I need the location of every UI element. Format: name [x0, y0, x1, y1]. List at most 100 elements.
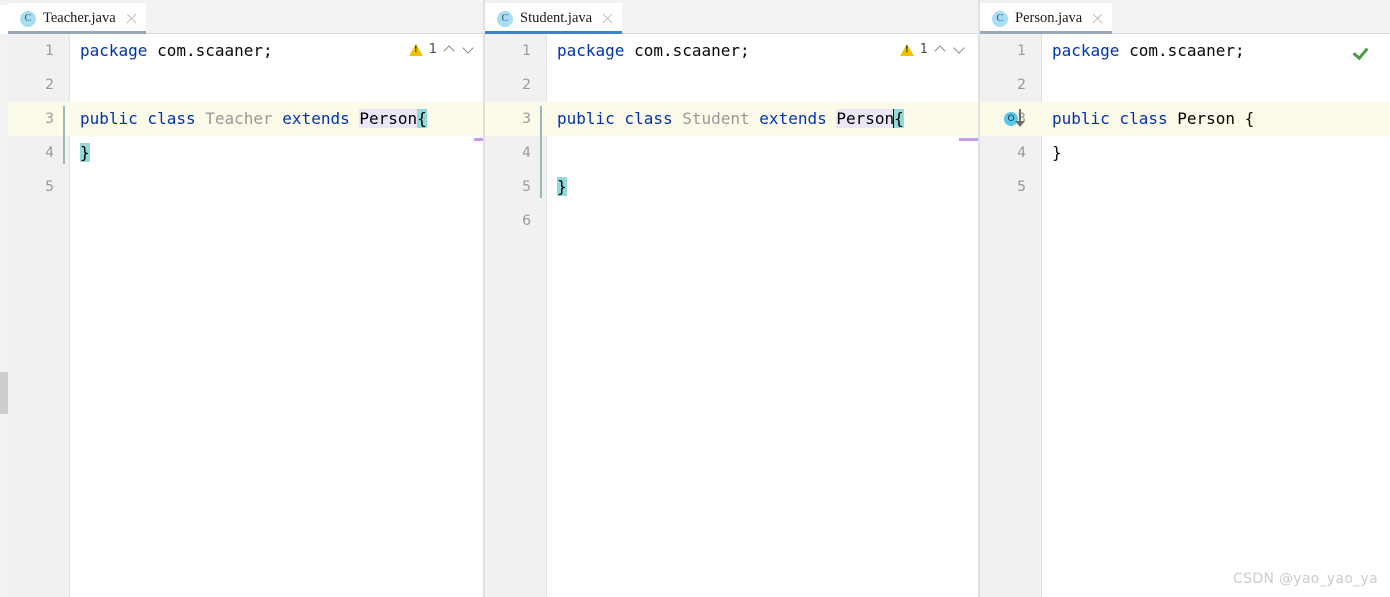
- code-line[interactable]: 4}: [8, 136, 483, 170]
- code-line[interactable]: 3 public class Teacher extends Person{: [8, 102, 483, 136]
- code-token: public class: [1052, 109, 1178, 128]
- code-lines-person: 1 package com.scaaner; 2 3 public class Pers…: [980, 34, 1390, 597]
- code-line[interactable]: 2: [485, 68, 978, 102]
- watermark-text: CSDN @yao_yao_ya: [1233, 571, 1378, 587]
- code-token: }: [80, 143, 90, 162]
- code-token: }: [557, 177, 567, 196]
- code-text: public class Student extends Person{: [557, 102, 904, 136]
- code-editor-student[interactable]: 1 package com.scaaner; 2 3 public class Stud…: [485, 34, 978, 597]
- code-line[interactable]: 5}: [485, 170, 978, 204]
- vcs-change-marker[interactable]: [474, 138, 483, 141]
- code-editor-teacher[interactable]: 1 package com.scaaner; 2 3 public class Teac…: [8, 34, 483, 597]
- line-number: 5: [522, 179, 531, 195]
- line-number: 3: [45, 111, 54, 127]
- code-line[interactable]: 4}: [980, 136, 1390, 170]
- code-token: Person: [1177, 109, 1245, 128]
- code-text: public class Teacher extends Person{: [80, 102, 427, 136]
- code-token: {: [1244, 109, 1255, 128]
- pane-splitter-2[interactable]: [978, 0, 980, 597]
- code-token: Student: [682, 109, 760, 128]
- prev-problem-icon[interactable]: [443, 43, 456, 56]
- code-token: com.scaaner;: [634, 41, 750, 60]
- code-token: extends: [282, 109, 360, 128]
- code-lines-student: 1 package com.scaaner; 2 3 public class Stud…: [485, 34, 978, 597]
- line-number: 5: [1017, 179, 1026, 195]
- code-text: package com.scaaner;: [1052, 34, 1245, 68]
- tab-person[interactable]: C Person.java: [980, 3, 1113, 34]
- code-text: package com.scaaner;: [80, 34, 273, 68]
- next-problem-icon[interactable]: [462, 43, 475, 56]
- editor-pane-person: C Person.java 1 package com.scaaner; 2 3 publi…: [980, 0, 1390, 597]
- code-line[interactable]: 2: [8, 68, 483, 102]
- tab-bar-teacher: C Teacher.java: [8, 0, 483, 34]
- tab-teacher[interactable]: C Teacher.java: [8, 3, 146, 34]
- java-class-icon: C: [992, 10, 1008, 27]
- pane-splitter-1[interactable]: [483, 0, 485, 597]
- editor-pane-teacher: C Teacher.java 1 package com.scaaner; 2 3 publ…: [8, 0, 483, 597]
- tab-bar-student: C Student.java: [485, 0, 978, 34]
- prev-problem-icon[interactable]: [934, 43, 947, 56]
- tab-title-label: Person.java: [1015, 10, 1083, 26]
- code-line[interactable]: 5: [8, 170, 483, 204]
- line-number: 3: [522, 111, 531, 127]
- code-line[interactable]: 6: [485, 204, 978, 238]
- left-vertical-scrollbar-thumb[interactable]: [0, 372, 8, 414]
- code-token: com.scaaner;: [157, 41, 273, 60]
- warning-count-label: 1: [919, 42, 928, 57]
- code-token: }: [1052, 143, 1062, 162]
- line-number: 2: [1017, 77, 1026, 93]
- tab-title-label: Student.java: [520, 10, 593, 26]
- close-icon[interactable]: [601, 12, 614, 25]
- code-line[interactable]: 5: [980, 170, 1390, 204]
- code-token: {: [417, 109, 427, 128]
- warning-triangle-icon: [408, 43, 423, 56]
- code-text: public class Person {: [1052, 102, 1254, 136]
- code-line[interactable]: 2: [980, 68, 1390, 102]
- overridden-by-subclass-icon[interactable]: O: [1004, 109, 1030, 129]
- code-line[interactable]: 1 package com.scaaner;: [980, 34, 1390, 68]
- inspection-widget-student[interactable]: 1: [899, 42, 966, 57]
- code-token: public class: [557, 109, 683, 128]
- code-line[interactable]: 3 public class Student extends Person{: [485, 102, 978, 136]
- tab-bar-person: C Person.java: [980, 0, 1390, 34]
- code-text: }: [1052, 136, 1062, 170]
- code-text: }: [80, 136, 90, 170]
- code-token: Teacher: [205, 109, 283, 128]
- code-token: public class: [80, 109, 206, 128]
- code-token: package: [557, 41, 635, 60]
- line-number: 1: [522, 43, 531, 59]
- line-number: 6: [522, 213, 531, 229]
- vcs-change-marker[interactable]: [959, 138, 978, 141]
- line-number: 5: [45, 179, 54, 195]
- code-lines-teacher: 1 package com.scaaner; 2 3 public class Teac…: [8, 34, 483, 597]
- code-editor-person[interactable]: 1 package com.scaaner; 2 3 public class Pers…: [980, 34, 1390, 597]
- inspection-widget-person[interactable]: [1354, 42, 1372, 60]
- line-number: 2: [45, 77, 54, 93]
- line-number: 4: [522, 145, 531, 161]
- next-problem-icon[interactable]: [953, 43, 966, 56]
- code-text: package com.scaaner;: [557, 34, 750, 68]
- tab-title-label: Teacher.java: [43, 10, 116, 26]
- line-number: 2: [522, 77, 531, 93]
- java-class-icon: C: [497, 10, 513, 27]
- code-block-guide: [63, 106, 65, 164]
- warning-count-label: 1: [428, 42, 437, 57]
- inspection-widget-teacher[interactable]: 1: [408, 42, 475, 57]
- subclass-arrow-head: [1015, 121, 1025, 127]
- code-line[interactable]: 3 public class Person {: [980, 102, 1390, 136]
- code-token: package: [1052, 41, 1130, 60]
- green-check-icon[interactable]: [1354, 42, 1372, 60]
- tab-student[interactable]: C Student.java: [485, 3, 623, 34]
- code-token: Person: [359, 109, 418, 128]
- code-token: {: [894, 109, 904, 128]
- line-number: 4: [45, 145, 54, 161]
- close-icon[interactable]: [1091, 12, 1104, 25]
- code-token: package: [80, 41, 158, 60]
- code-token: Person: [836, 109, 895, 128]
- code-token: com.scaaner;: [1129, 41, 1245, 60]
- code-line[interactable]: 4: [485, 136, 978, 170]
- code-block-guide: [540, 106, 542, 198]
- java-class-icon: C: [20, 10, 36, 27]
- close-icon[interactable]: [125, 12, 138, 25]
- code-text: }: [557, 170, 567, 204]
